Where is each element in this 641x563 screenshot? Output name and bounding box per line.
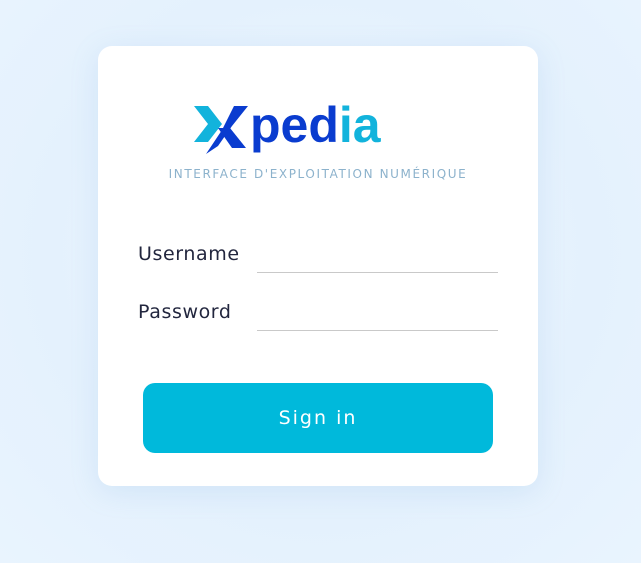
username-label: Username	[138, 243, 240, 265]
username-input[interactable]	[257, 240, 498, 273]
login-card: ped ia INTERFACE D'EXPLOITATION NUMÉRIQU…	[98, 46, 538, 486]
logo-wordmark-light: ia	[339, 102, 382, 153]
username-row: Username	[138, 236, 498, 276]
logo-wordmark-dark: ped	[250, 102, 339, 153]
xpedia-logo: ped ia	[98, 102, 538, 158]
password-label: Password	[138, 301, 232, 323]
app-subtitle: INTERFACE D'EXPLOITATION NUMÉRIQUE	[168, 167, 468, 181]
password-row: Password	[138, 294, 498, 334]
sign-in-button[interactable]: Sign in	[143, 383, 493, 453]
password-input[interactable]	[257, 298, 498, 331]
